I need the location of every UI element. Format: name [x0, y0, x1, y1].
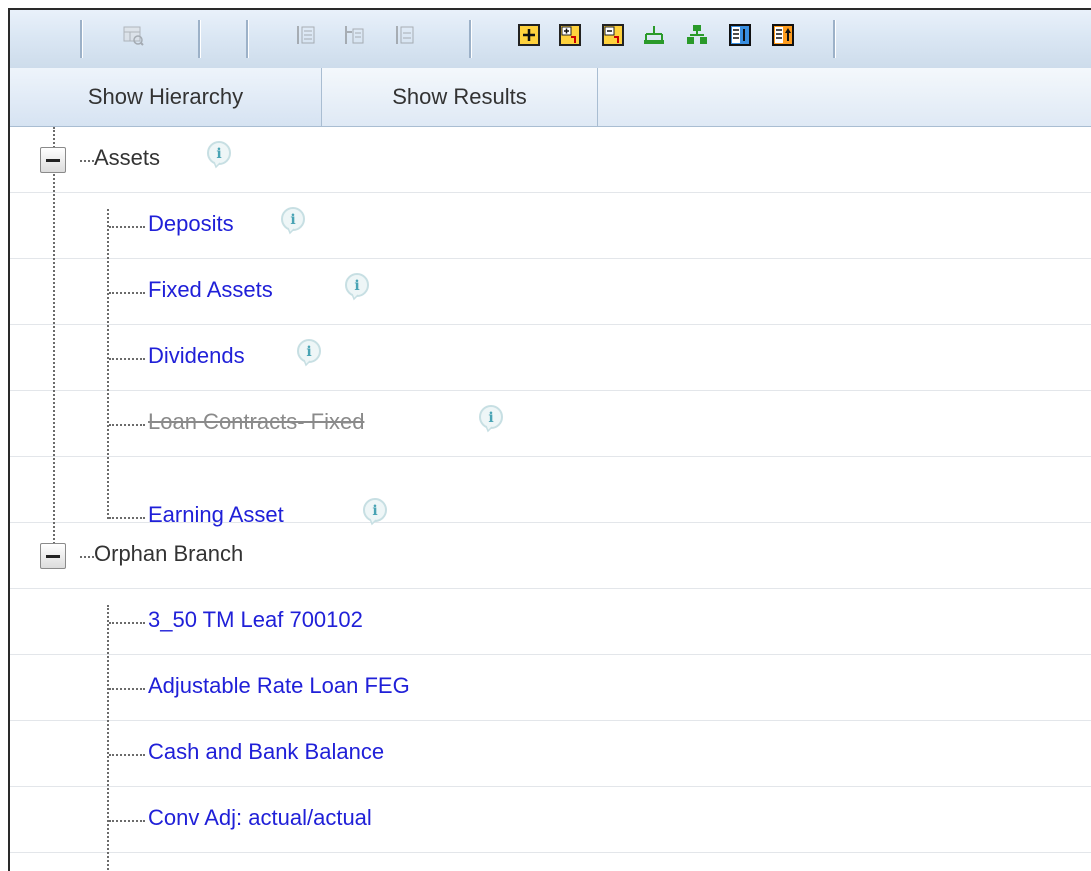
tree-connector	[107, 209, 109, 519]
tree-connector	[53, 127, 55, 567]
svg-text:i: i	[372, 503, 377, 519]
tree-connector	[109, 688, 145, 690]
tree-node-earning-asset[interactable]: Earning Asset	[148, 502, 284, 528]
node-properties-icon[interactable]	[772, 24, 794, 46]
tree-node-adjustable-rate-loan[interactable]: Adjustable Rate Loan FEG	[148, 673, 410, 699]
tree-connector	[109, 424, 145, 426]
tree-connector	[109, 622, 145, 624]
expand-branch-icon[interactable]	[559, 24, 581, 46]
toolbar-separator	[198, 20, 201, 58]
tree-node-assets[interactable]: Assets	[94, 145, 160, 171]
hierarchy-tree: Assets i Deposits i Fixed Assets i Divid…	[10, 127, 1091, 871]
tree-node-conv-adj[interactable]: Conv Adj: actual/actual	[148, 805, 372, 831]
svg-text:i: i	[488, 410, 493, 426]
toolbar-separator	[469, 20, 472, 58]
info-icon[interactable]: i	[278, 205, 308, 235]
info-icon[interactable]: i	[342, 271, 372, 301]
svg-text:i: i	[354, 278, 359, 294]
table-view-icon[interactable]	[122, 24, 144, 46]
move-level-icon[interactable]	[343, 24, 365, 46]
tree-connector	[80, 160, 94, 162]
collapse-assets-button[interactable]	[40, 147, 66, 173]
tree-connector	[80, 556, 94, 558]
tree-node-dividends[interactable]: Dividends	[148, 343, 245, 369]
svg-text:i: i	[306, 344, 311, 360]
add-node-icon[interactable]	[518, 24, 540, 46]
hierarchy-panel: Show Hierarchy Show Results Assets i Dep…	[8, 8, 1091, 871]
view-tabs: Show Hierarchy Show Results	[10, 68, 1091, 127]
toolbar	[10, 10, 1091, 69]
info-icon[interactable]: i	[204, 139, 234, 169]
tree-node-fixed-assets[interactable]: Fixed Assets	[148, 277, 273, 303]
tree-node-orphan-branch[interactable]: Orphan Branch	[94, 541, 243, 567]
svg-text:i: i	[216, 146, 221, 162]
tab-show-results[interactable]: Show Results	[322, 68, 598, 126]
tree-row	[10, 127, 1091, 193]
hierarchy-icon[interactable]	[643, 24, 665, 46]
svg-text:i: i	[290, 212, 295, 228]
move-up-icon[interactable]	[295, 24, 317, 46]
info-icon[interactable]: i	[294, 337, 324, 367]
tab-show-hierarchy[interactable]: Show Hierarchy	[10, 68, 322, 126]
tree-connector	[109, 226, 145, 228]
tree-connector	[109, 820, 145, 822]
tree-connector	[109, 754, 145, 756]
info-icon[interactable]: i	[476, 403, 506, 433]
hierarchy-green-icon[interactable]	[686, 24, 708, 46]
move-down-icon[interactable]	[394, 24, 416, 46]
tree-node-deposits[interactable]: Deposits	[148, 211, 234, 237]
tree-connector	[109, 292, 145, 294]
toolbar-separator	[80, 20, 83, 58]
list-view-icon[interactable]	[729, 24, 751, 46]
tree-node-3-50-tm-leaf[interactable]: 3_50 TM Leaf 700102	[148, 607, 363, 633]
tree-connector	[109, 517, 145, 519]
tree-connector	[107, 605, 109, 871]
toolbar-separator	[246, 20, 249, 58]
toolbar-separator	[833, 20, 836, 58]
tree-node-loan-contracts-fixed[interactable]: Loan Contracts- Fixed	[148, 409, 364, 435]
tree-connector	[109, 358, 145, 360]
collapse-orphan-branch-button[interactable]	[40, 543, 66, 569]
tree-node-cash-bank-balance[interactable]: Cash and Bank Balance	[148, 739, 384, 765]
info-icon[interactable]: i	[360, 496, 390, 526]
collapse-branch-icon[interactable]	[602, 24, 624, 46]
